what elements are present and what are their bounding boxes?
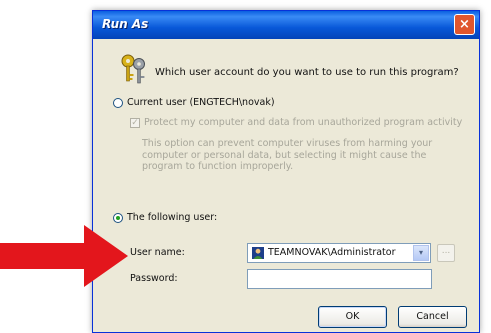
user-name-combo[interactable]: TEAMNOVAK\Administrator ▾ xyxy=(247,243,431,263)
red-arrow-icon xyxy=(0,225,128,287)
keys-icon xyxy=(121,54,145,84)
close-button[interactable]: × xyxy=(454,14,475,35)
password-field[interactable] xyxy=(247,269,432,289)
protect-label: Protect my computer and data from unauth… xyxy=(144,117,463,128)
dialog-title: Run As xyxy=(102,17,149,31)
protect-info-text: This option can prevent computer viruses… xyxy=(142,138,433,172)
following-user-label[interactable]: The following user: xyxy=(127,212,217,223)
current-user-radio[interactable] xyxy=(113,98,123,108)
account-prompt: Which user account do you want to use to… xyxy=(155,67,459,78)
ok-button[interactable]: OK xyxy=(318,306,387,328)
following-user-radio[interactable] xyxy=(113,213,123,223)
user-name-label: User name: xyxy=(130,247,185,258)
user-account-icon xyxy=(252,247,264,259)
chevron-down-icon[interactable]: ▾ xyxy=(413,245,429,261)
current-user-label[interactable]: Current user (ENGTECH\novak) xyxy=(127,97,275,108)
browse-user-button[interactable]: ... xyxy=(437,244,455,262)
protect-checkbox[interactable]: ✓ xyxy=(130,118,140,128)
cancel-button[interactable]: Cancel xyxy=(398,306,467,328)
password-label: Password: xyxy=(130,273,178,284)
run-as-dialog: Run As × Which user account do you want … xyxy=(92,10,480,333)
close-icon: × xyxy=(459,17,470,32)
title-bar[interactable]: Run As × xyxy=(93,11,479,39)
user-name-value: TEAMNOVAK\Administrator xyxy=(268,247,396,258)
